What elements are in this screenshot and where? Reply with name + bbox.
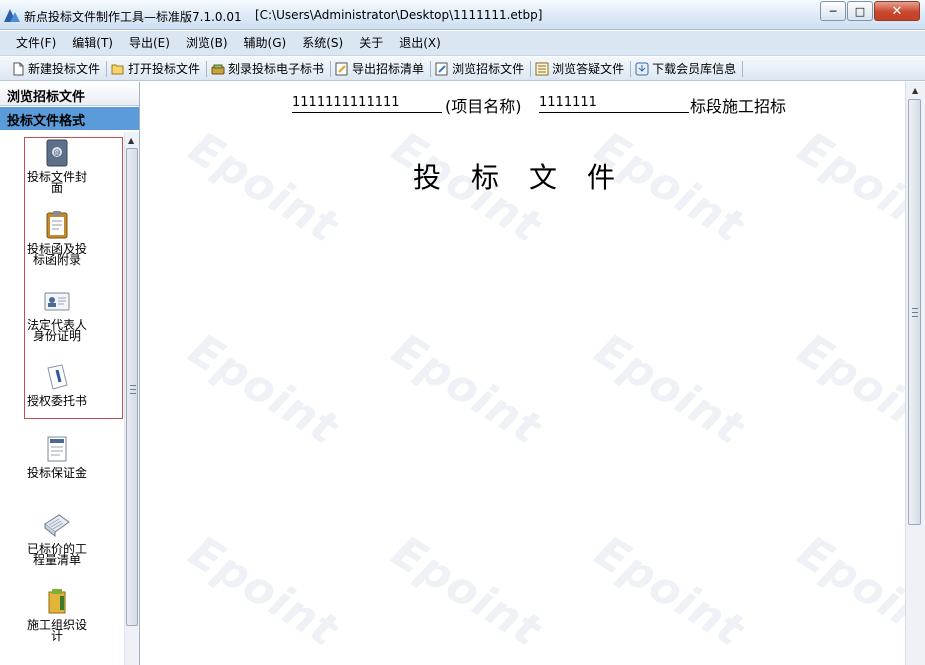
- window-title: 新点投标文件制作工具—标准版7.1.0.01: [24, 10, 242, 24]
- menu-export[interactable]: 导出(E): [121, 31, 178, 56]
- left-panel: 浏览招标文件 投标文件格式 @ 投标文件封 面 投标函及投 标函附录 法定代表人…: [0, 82, 140, 665]
- folder-design-icon: [48, 589, 66, 614]
- project-name-field[interactable]: 1111111: [539, 95, 689, 113]
- download-member-info-label: 下载会员库信息: [652, 62, 737, 76]
- minimize-icon: ─: [829, 4, 837, 18]
- new-bid-file-button[interactable]: 新建投标文件: [8, 59, 105, 79]
- watermark: Epoint: [180, 122, 348, 253]
- app-logo-icon: [4, 9, 20, 22]
- scroll-up-arrow-icon[interactable]: ▲: [912, 86, 918, 95]
- list-item-construction-design-label-2: 计: [50, 629, 63, 643]
- deposit-document-icon: [47, 436, 67, 462]
- tab-bid-file-format[interactable]: 投标文件格式: [0, 107, 139, 130]
- open-bid-file-label: 打开投标文件: [128, 62, 201, 76]
- open-folder-icon: [111, 64, 124, 74]
- minimize-button[interactable]: ─: [820, 1, 846, 21]
- section-suffix: 标段施工招标: [690, 97, 787, 116]
- burn-disc-icon: [211, 64, 225, 74]
- watermark: Epoint: [383, 526, 551, 657]
- maximize-icon: □: [854, 4, 866, 18]
- burn-bid-disc-button[interactable]: 刻录投标电子标书: [208, 59, 329, 79]
- browse-tender-file-label: 浏览招标文件: [452, 62, 525, 76]
- watermark: Epoint: [383, 324, 551, 455]
- menu-about[interactable]: 关于: [351, 31, 391, 56]
- list-item-bid-deposit-label: 投标保证金: [26, 466, 87, 480]
- list-item-bid-deposit[interactable]: 投标保证金: [24, 434, 90, 479]
- project-name-label: (项目名称): [445, 97, 522, 116]
- watermark: Epoint: [586, 324, 754, 455]
- toolbar-separator: [206, 60, 208, 77]
- toolbar: 新建投标文件 打开投标文件 刻录投标电子标书 导出招标清单 浏览招标文件 浏览答…: [0, 57, 925, 81]
- grip-icon: [912, 308, 918, 317]
- menu-system[interactable]: 系统(S): [294, 31, 351, 56]
- new-bid-file-label: 新建投标文件: [28, 62, 101, 76]
- grip-icon: [130, 385, 136, 394]
- tab-browse-tender-file[interactable]: 浏览招标文件: [0, 82, 139, 106]
- list-item-priced-bill[interactable]: 已标价的工 程量清单: [24, 510, 90, 566]
- left-panel-scroll-thumb[interactable]: [126, 148, 138, 626]
- browse-tender-file-button[interactable]: 浏览招标文件: [432, 59, 529, 79]
- menu-assist[interactable]: 辅助(G): [236, 31, 295, 56]
- download-info-icon: [635, 62, 649, 75]
- project-code-field[interactable]: 1111111111111: [292, 95, 442, 113]
- toolbar-separator: [742, 60, 744, 77]
- export-tender-list-label: 导出招标清单: [352, 62, 425, 76]
- watermark: Epoint: [586, 526, 754, 657]
- left-panel-scrollbar[interactable]: ▲: [124, 132, 139, 665]
- toolbar-separator: [106, 60, 108, 77]
- list-item-priced-bill-label-2: 程量清单: [32, 553, 81, 567]
- document-heading: 投标文件: [413, 161, 646, 194]
- new-file-icon: [13, 62, 24, 75]
- watermark: Epoint: [180, 526, 348, 657]
- menu-exit[interactable]: 退出(X): [391, 31, 449, 56]
- window-file-path: [C:\Users\Administrator\Desktop\1111111.…: [255, 8, 543, 22]
- watermark: Epoint: [789, 122, 905, 253]
- browse-file-icon: [435, 62, 448, 75]
- selection-highlight: [24, 137, 123, 419]
- menu-bar: 文件(F) 编辑(T) 导出(E) 浏览(B) 辅助(G) 系统(S) 关于 退…: [0, 31, 925, 56]
- browse-faq-file-label: 浏览答疑文件: [552, 62, 625, 76]
- toolbar-separator: [430, 60, 432, 77]
- list-item-construction-design[interactable]: 施工组织设 计: [24, 586, 90, 642]
- maximize-button[interactable]: □: [847, 1, 873, 21]
- burn-bid-disc-label: 刻录投标电子标书: [228, 62, 325, 76]
- download-member-info-button[interactable]: 下载会员库信息: [632, 59, 741, 79]
- watermark: Epoint: [789, 324, 905, 455]
- watermark: Epoint: [180, 324, 348, 455]
- export-tender-list-button[interactable]: 导出招标清单: [332, 59, 429, 79]
- browse-faq-file-button[interactable]: 浏览答疑文件: [532, 59, 629, 79]
- menu-file[interactable]: 文件(F): [8, 31, 64, 56]
- toolbar-separator: [330, 60, 332, 77]
- toolbar-separator: [630, 60, 632, 77]
- title-bar: 新点投标文件制作工具—标准版7.1.0.01 [C:\Users\Adminis…: [0, 0, 925, 30]
- close-icon: ✕: [891, 3, 903, 19]
- toolbar-separator: [530, 60, 532, 77]
- scroll-up-arrow-icon[interactable]: ▲: [128, 136, 134, 145]
- browse-faq-icon: [535, 62, 549, 75]
- close-button[interactable]: ✕: [874, 1, 920, 21]
- priced-list-icon: [44, 514, 70, 538]
- export-list-icon: [335, 62, 348, 75]
- document-scrollbar[interactable]: ▲: [905, 82, 925, 665]
- open-bid-file-button[interactable]: 打开投标文件: [108, 59, 205, 79]
- document-scroll-thumb[interactable]: [908, 99, 921, 525]
- menu-edit[interactable]: 编辑(T): [64, 31, 121, 56]
- menu-browse[interactable]: 浏览(B): [178, 31, 236, 56]
- document-view: Epoint Epoint Epoint Epoint Epoint Epoin…: [141, 82, 905, 665]
- watermark: Epoint: [789, 526, 905, 657]
